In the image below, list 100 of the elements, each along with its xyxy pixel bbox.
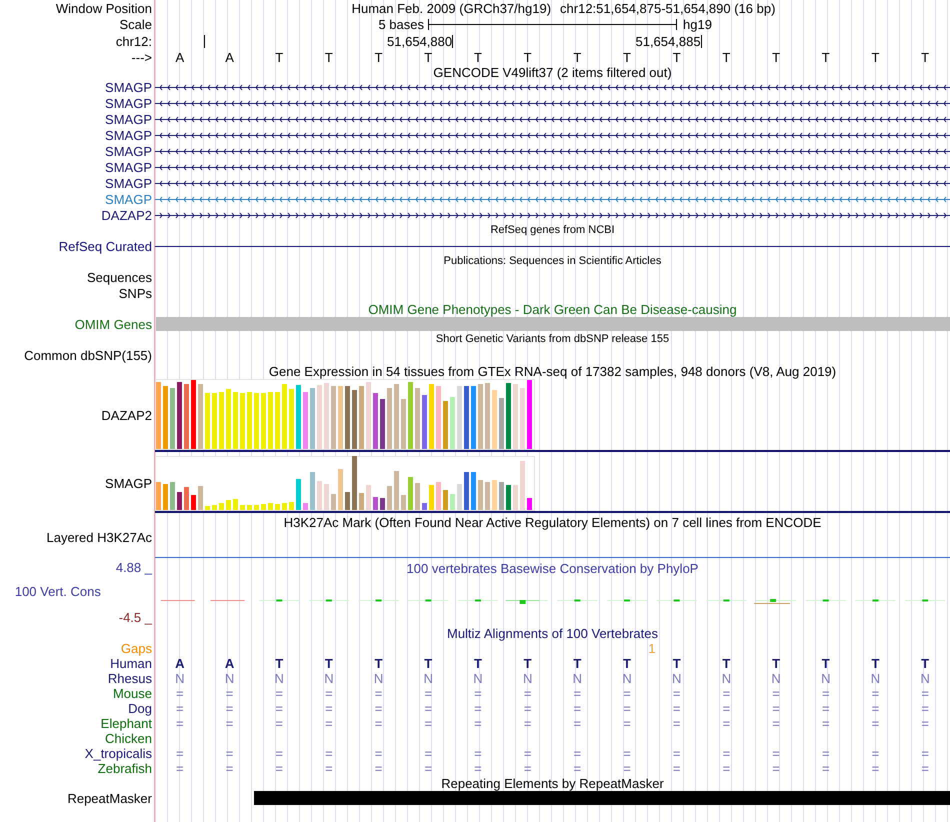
alignment-base: N [771,671,781,686]
expression-bar [163,386,168,449]
scale-label: 5 bases [378,17,424,32]
conservation-mark [706,600,746,602]
expression-bar [478,480,483,510]
expression-bar [366,382,371,449]
alignment-base: = [623,686,631,701]
alignment-base: = [374,746,382,761]
expression-bar [177,382,182,449]
conservation-mark [557,600,598,602]
base-letter: T [524,50,532,65]
alignment-base: = [872,761,880,776]
track-label: Gaps [120,641,152,656]
base-letter: T [623,50,631,65]
expression-bar [436,386,441,449]
alignment-base: = [226,686,234,701]
conservation-mark [905,600,946,602]
base-letter: T [722,50,730,65]
alignment-base: = [921,761,929,776]
expression-bar [401,495,406,510]
conservation-mark [210,600,245,601]
expression-bar [331,386,336,449]
species-label: Chicken [105,731,152,746]
alignment-base: T [822,656,830,671]
alignment-base: A [175,656,185,671]
alignment-base: = [176,701,184,716]
expression-bar [422,503,427,510]
alignment-base: N [224,671,234,686]
track-label: OMIM Genes [74,317,152,332]
alignment-base: = [424,686,432,701]
conservation-mark [506,600,548,604]
track-label: RefSeq Curated [58,238,152,254]
conservation-mark [656,600,697,602]
alignment-base: T [324,656,333,671]
alignment-base: = [772,686,780,701]
expression-bar [499,398,504,449]
expression-bar [408,382,413,449]
track-label: chr12: [116,34,152,49]
base-letter: T [921,50,930,65]
alignment-base: = [524,761,532,776]
alignment-base: = [474,746,482,761]
assembly-title: Human Feb. 2009 (GRCh37/hg19) [352,0,552,16]
conservation-mark [358,600,399,602]
alignment-base: = [772,746,780,761]
gene-label: SMAGP [105,96,152,110]
expression-bar [275,504,280,510]
gap-count: 1 [648,641,656,656]
track-label: RepeatMasker [67,791,152,806]
expression-bar [198,486,203,510]
alignment-base: = [921,686,929,701]
expression-bar [415,388,420,449]
alignment-base: N [622,671,632,686]
expression-bar [485,482,490,510]
expression-bar [282,384,287,449]
alignment-base: = [574,701,582,716]
expression-bar [380,498,385,510]
expression-bar [387,486,392,510]
track-title: OMIM Gene Phenotypes - Dark Green Can Be Disease-causing [368,302,737,316]
alignment-base: = [623,746,631,761]
expression-bar [219,392,224,449]
alignment-base: = [176,761,184,776]
axis-min-label: -4.5 _ [118,610,152,625]
alignment-base: = [374,761,382,776]
base-letter: T [573,50,582,65]
expression-bar [205,506,210,510]
conservation-mark [259,600,300,602]
base-letter: T [275,50,284,65]
expression-bar [184,487,189,510]
ruler-tick [452,35,454,48]
alignment-base: N [324,671,334,686]
alignment-base: = [672,686,681,701]
alignment-base: = [226,716,234,731]
conservation-mark [408,600,448,602]
alignment-base: = [325,686,333,701]
expression-bar [471,386,476,449]
expression-bar [261,504,266,510]
alignment-base: A [224,656,234,671]
alignment-base: = [226,701,234,716]
expression-bar [247,392,252,449]
expression-bar [163,484,168,510]
expression-bar [464,472,469,510]
alignment-base: T [275,656,284,671]
track-title: GENCODE V49lift37 (2 items filtered out) [433,64,672,80]
gene-label: DAZAP2 [101,208,152,222]
expression-bar [450,397,455,449]
alignment-base: = [474,761,482,776]
alignment-base: = [822,701,830,716]
alignment-base: N [920,671,930,686]
conservation-mark [308,600,349,602]
species-label: Zebrafish [98,761,152,776]
alignment-base: = [623,701,631,716]
alignment-base: = [424,716,432,731]
ruler-position: 51,654,885 [635,34,701,49]
expression-bar [394,471,399,510]
expression-bar [380,399,385,449]
alignment-base: = [822,746,830,761]
expression-bar [520,388,525,449]
expression-bar [184,384,189,449]
alignment-base: = [275,686,284,701]
expression-bar [422,395,427,449]
